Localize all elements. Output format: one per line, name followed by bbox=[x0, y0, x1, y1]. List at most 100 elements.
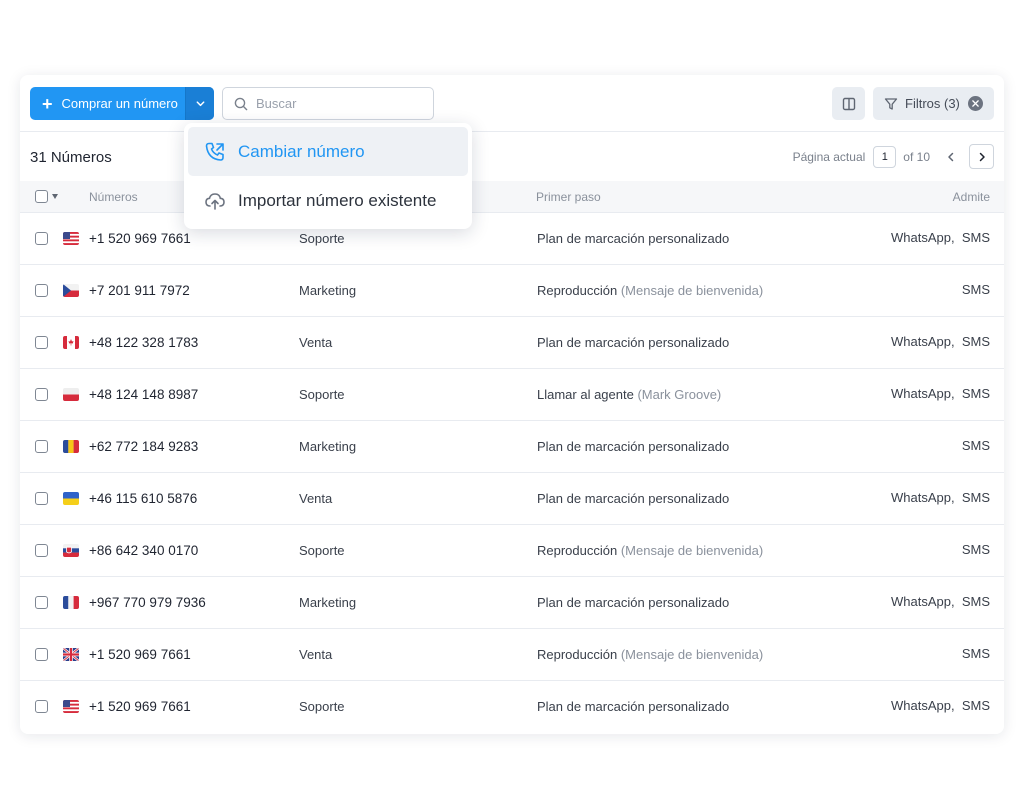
buy-number-split-button: + Comprar un número bbox=[30, 87, 214, 120]
plus-icon: + bbox=[42, 93, 53, 114]
row-checkbox[interactable] bbox=[35, 492, 48, 505]
select-options-caret-icon[interactable] bbox=[52, 194, 58, 199]
supports: WhatsApp, SMS bbox=[891, 594, 990, 609]
supports: WhatsApp, SMS bbox=[891, 334, 990, 349]
first-step-main: Plan de marcación personalizado bbox=[537, 335, 730, 350]
first-step-detail: (Mensaje de bienvenida) bbox=[620, 543, 764, 558]
table-row[interactable]: +967 770 979 7936 Marketing Plan de marc… bbox=[20, 577, 1004, 629]
current-page-input[interactable]: 1 bbox=[873, 145, 897, 168]
phone-number: +1 520 969 7661 bbox=[89, 647, 191, 662]
us-flag-icon bbox=[63, 700, 79, 713]
first-step: Llamar al agente (Mark Groove) bbox=[537, 387, 721, 402]
supports: SMS bbox=[961, 542, 990, 557]
first-step-main: Reproducción bbox=[537, 543, 618, 558]
first-step: Plan de marcación personalizado bbox=[537, 439, 729, 454]
first-step-main: Plan de marcación personalizado bbox=[537, 231, 730, 246]
close-icon bbox=[972, 100, 979, 107]
first-step: Reproducción (Mensaje de bienvenida) bbox=[537, 543, 763, 558]
menu-item-label: Cambiar número bbox=[238, 141, 365, 161]
table-row[interactable]: +1 520 969 7661 Venta Reproducción (Mens… bbox=[20, 629, 1004, 681]
first-step-main: Plan de marcación personalizado bbox=[537, 439, 730, 454]
phone-number: +48 124 148 8987 bbox=[89, 387, 199, 402]
header-supports[interactable]: Admite bbox=[953, 190, 990, 204]
department: Soporte bbox=[299, 543, 345, 558]
cloud-upload-icon bbox=[205, 192, 225, 210]
menu-item-import-number[interactable]: Importar número existente bbox=[188, 176, 468, 225]
phone-number: +7 201 911 7972 bbox=[89, 283, 190, 298]
ua-flag-icon bbox=[63, 492, 79, 505]
chevron-right-icon bbox=[979, 152, 985, 161]
first-step-detail: (Mensaje de bienvenida) bbox=[620, 283, 764, 298]
first-step: Plan de marcación personalizado bbox=[537, 231, 729, 246]
first-step: Reproducción (Mensaje de bienvenida) bbox=[537, 283, 763, 298]
menu-item-label: Importar número existente bbox=[238, 190, 437, 210]
search-input[interactable] bbox=[256, 96, 426, 111]
supports: WhatsApp, SMS bbox=[891, 230, 990, 245]
total-pages-label: of 10 bbox=[903, 149, 930, 164]
supports: WhatsApp, SMS bbox=[891, 386, 990, 401]
current-page-label: Página actual bbox=[792, 149, 866, 164]
header-numbers[interactable]: Números bbox=[89, 190, 138, 204]
phone-number: +48 122 328 1783 bbox=[89, 335, 199, 350]
buy-number-label: Comprar un número bbox=[61, 96, 178, 111]
first-step-detail: (Mensaje de bienvenida) bbox=[620, 647, 764, 662]
table-row[interactable]: +7 201 911 7972 Marketing Reproducción (… bbox=[20, 265, 1004, 317]
table-row[interactable]: +48 122 328 1783 Venta Plan de marcación… bbox=[20, 317, 1004, 369]
table-row[interactable]: +46 115 610 5876 Venta Plan de marcación… bbox=[20, 473, 1004, 525]
select-all-checkbox[interactable] bbox=[35, 190, 48, 203]
table-row[interactable]: +86 642 340 0170 Soporte Reproducción (M… bbox=[20, 525, 1004, 577]
buy-number-button[interactable]: + Comprar un número bbox=[30, 87, 185, 120]
cz-flag-icon bbox=[63, 284, 79, 297]
first-step: Plan de marcación personalizado bbox=[537, 335, 729, 350]
table-row[interactable]: +1 520 969 7661 Soporte Plan de marcació… bbox=[20, 213, 1004, 265]
ro-flag-icon bbox=[63, 440, 79, 453]
first-step: Plan de marcación personalizado bbox=[537, 699, 729, 714]
row-checkbox[interactable] bbox=[35, 336, 48, 349]
phone-number: +46 115 610 5876 bbox=[89, 491, 198, 506]
search-icon bbox=[234, 97, 248, 110]
table-row[interactable]: +48 124 148 8987 Soporte Llamar al agent… bbox=[20, 369, 1004, 421]
next-page-button[interactable] bbox=[969, 144, 994, 169]
table-row[interactable]: +62 772 184 9283 Marketing Plan de marca… bbox=[20, 421, 1004, 473]
ca-flag-icon bbox=[63, 336, 79, 349]
department: Marketing bbox=[299, 439, 357, 454]
chevron-down-icon bbox=[196, 101, 204, 107]
row-checkbox[interactable] bbox=[35, 284, 48, 297]
department: Marketing bbox=[299, 283, 357, 298]
row-checkbox[interactable] bbox=[35, 700, 48, 713]
row-checkbox[interactable] bbox=[35, 388, 48, 401]
department: Marketing bbox=[299, 595, 357, 610]
first-step-main: Plan de marcación personalizado bbox=[537, 595, 730, 610]
supports: SMS bbox=[961, 646, 990, 661]
columns-icon bbox=[842, 97, 855, 110]
first-step-main: Llamar al agente bbox=[537, 387, 634, 402]
gb-flag-icon bbox=[63, 648, 79, 661]
header-first-step[interactable]: Primer paso bbox=[536, 190, 601, 204]
previous-page-button[interactable] bbox=[938, 144, 963, 169]
phone-number: +1 520 969 7661 bbox=[89, 699, 191, 714]
buy-options-dropdown-button[interactable] bbox=[185, 87, 214, 120]
buy-options-menu: Cambiar número Importar número existente bbox=[184, 123, 472, 229]
toolbar: + Comprar un número Filtros (3) bbox=[20, 75, 1004, 132]
row-checkbox[interactable] bbox=[35, 232, 48, 245]
row-checkbox[interactable] bbox=[35, 440, 48, 453]
row-checkbox[interactable] bbox=[35, 544, 48, 557]
department: Soporte bbox=[299, 231, 345, 246]
row-checkbox[interactable] bbox=[35, 596, 48, 609]
phone-number: +1 520 969 7661 bbox=[89, 231, 191, 246]
supports: WhatsApp, SMS bbox=[891, 490, 990, 505]
department: Soporte bbox=[299, 699, 345, 714]
row-checkbox[interactable] bbox=[35, 648, 48, 661]
menu-item-change-number[interactable]: Cambiar número bbox=[188, 127, 468, 176]
department: Venta bbox=[299, 335, 333, 350]
clear-filters-button[interactable] bbox=[968, 96, 983, 111]
pagination: Página actual 1 of 10 bbox=[793, 144, 994, 169]
columns-toggle-button[interactable] bbox=[832, 87, 865, 120]
first-step: Reproducción (Mensaje de bienvenida) bbox=[537, 647, 763, 662]
phone-number: +62 772 184 9283 bbox=[89, 439, 199, 454]
table-row[interactable]: +1 520 969 7661 Soporte Plan de marcació… bbox=[20, 681, 1004, 733]
filters-button[interactable]: Filtros (3) bbox=[873, 87, 994, 120]
pl-flag-icon bbox=[63, 388, 79, 401]
first-step-main: Reproducción bbox=[537, 283, 618, 298]
supports: WhatsApp, SMS bbox=[891, 698, 990, 713]
